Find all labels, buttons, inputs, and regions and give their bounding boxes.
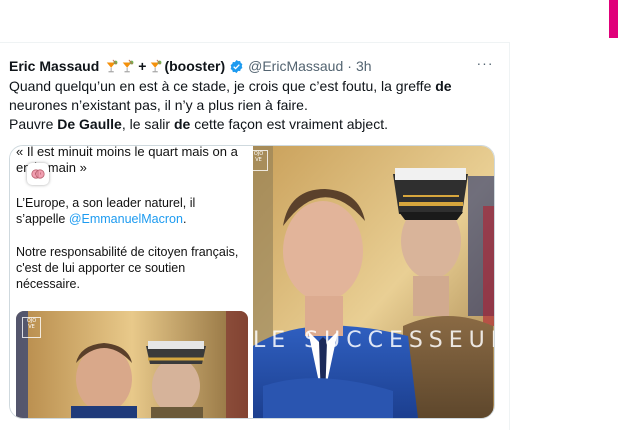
tweet-header: Eric Massaud + (booster) @EricMassaud · … [9,57,372,75]
quote-paragraph-1: L’Europe, a son leader naturel, il s’app… [16,196,196,226]
watermark-logo: OJO VE [22,317,41,338]
brain-icon [27,163,49,185]
overlay-caption: LE SUCCESSEUR [253,328,494,353]
separator-dot: · [347,58,352,74]
watermark-logo: OJO VE [253,150,268,171]
tropical-drink-icon [151,59,162,73]
author-suffix[interactable]: (booster) [164,58,225,74]
tropical-drink-icon [107,59,118,73]
media-screenshot-panel[interactable]: « Il est minuit moins le quart mais on a… [10,146,253,418]
mention-link[interactable]: @EmmanuelMacron [69,212,183,226]
author-name[interactable]: Eric Massaud [9,58,99,74]
quote-text: « Il est minuit moins le quart mais on a… [16,145,238,175]
verified-badge-icon [230,59,243,73]
tropical-drink-icon [123,59,134,73]
more-options-button[interactable]: ··· [476,56,494,73]
timeline-divider [509,42,510,430]
accent-bar [609,0,618,38]
tweet-media[interactable]: « Il est minuit moins le quart mais on a… [9,145,495,419]
quote-paragraph-2: Notre responsabilité de citoyen français… [16,245,239,291]
author-handle[interactable]: @EricMassaud [248,58,343,74]
tweet-divider [0,42,509,43]
media-image-panel[interactable]: OJO VE LE SUCCESSEUR [253,146,494,418]
tweet-text: Quand quelqu’un en est à ce stade, je cr… [9,78,452,132]
thumbnail-image: OJO VE [16,311,248,418]
tweet-timestamp[interactable]: 3h [356,58,372,74]
plus-sign: + [138,58,147,74]
